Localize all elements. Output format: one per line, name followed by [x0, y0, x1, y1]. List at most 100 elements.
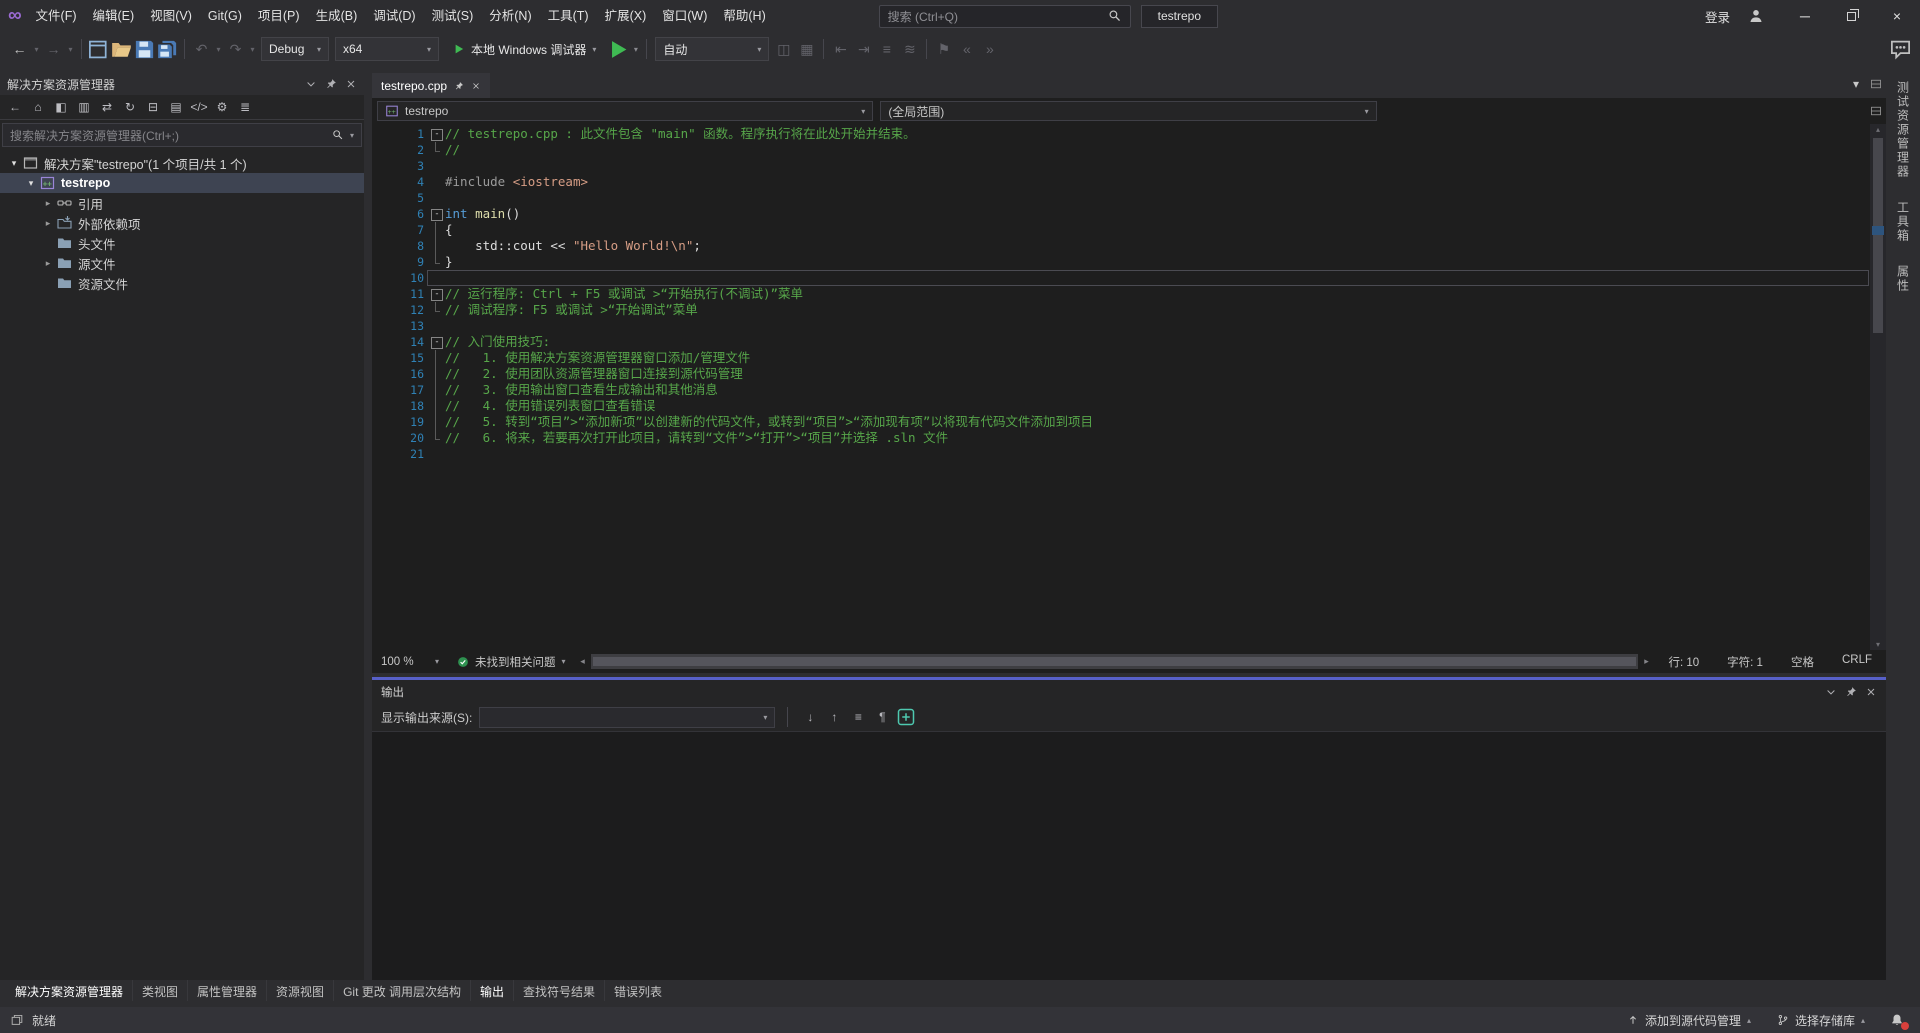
left-dock-tab-2[interactable]: 属性管理器 [188, 980, 267, 1001]
solution-platform-combo[interactable]: x64▾ [335, 37, 439, 61]
save-all-icon[interactable] [156, 37, 179, 61]
start-debugging-button[interactable]: 本地 Windows 调试器▾ [444, 37, 605, 61]
code-line[interactable]: 4#include <iostream> [372, 174, 1886, 190]
open-file-icon[interactable] [110, 37, 133, 61]
code-line[interactable]: 2// [372, 142, 1886, 158]
line-ending-indicator[interactable]: CRLF [1828, 654, 1886, 670]
code-line[interactable]: 21 [372, 446, 1886, 462]
right-tool-tab-2[interactable]: 属性 [1895, 265, 1912, 293]
code-line[interactable]: 14// 入门使用技巧: [372, 334, 1886, 350]
user-profile-icon[interactable] [1748, 8, 1764, 24]
save-icon[interactable] [133, 37, 156, 61]
menu-item-4[interactable]: 项目(P) [250, 0, 308, 32]
scrollbar-thumb[interactable] [1873, 138, 1883, 333]
code-editor[interactable]: 1// testrepo.cpp : 此文件包含 "main" 函数。程序执行将… [372, 124, 1886, 650]
float-window-icon[interactable] [1870, 78, 1882, 90]
navigate-backward-menu-icon[interactable]: ▾ [31, 37, 42, 61]
window-position-icon[interactable] [1825, 686, 1837, 698]
menu-item-7[interactable]: 测试(S) [424, 0, 482, 32]
start-without-debugging-menu-icon[interactable]: ▾ [630, 37, 641, 61]
code-line[interactable]: 19// 5. 转到“项目”>“添加新项”以创建新的代码文件，或转到“项目”>“… [372, 414, 1886, 430]
select-repository-button[interactable]: 选择存储库 ▴ [1768, 1007, 1874, 1033]
solution-explorer-search-input[interactable]: 搜索解决方案资源管理器(Ctrl+;) ▾ [2, 123, 362, 147]
bottom-dock-tab-1[interactable]: 输出 [471, 980, 514, 1001]
solution-badge[interactable]: testrepo [1141, 5, 1218, 28]
uncomment-selection-icon[interactable]: ≋ [898, 37, 921, 61]
undo-menu-icon[interactable]: ▾ [213, 37, 224, 61]
scroll-up-icon[interactable]: ▴ [1870, 125, 1886, 134]
menu-item-0[interactable]: 文件(F) [28, 0, 85, 32]
diagnostic-tools-icon[interactable]: ▦ [795, 37, 818, 61]
code-line[interactable]: 12// 调试程序: F5 或调试 >“开始调试”菜单 [372, 302, 1886, 318]
clear-all-icon[interactable]: ≡ [848, 707, 868, 727]
breakpoint-margin[interactable] [372, 254, 388, 270]
sign-in-button[interactable]: 登录 [1695, 7, 1740, 26]
code-line[interactable]: 18// 4. 使用错误列表窗口查看错误 [372, 398, 1886, 414]
output-content[interactable] [372, 732, 1886, 980]
output-source-dropdown[interactable]: ▾ [479, 707, 775, 728]
zoom-dropdown[interactable]: 100 % ▾ [372, 650, 448, 673]
menu-item-2[interactable]: 视图(V) [142, 0, 200, 32]
tree-expander-icon[interactable]: ▸ [40, 258, 56, 269]
sync-with-active-document-icon[interactable]: ⇄ [97, 97, 117, 117]
breakpoint-margin[interactable] [372, 238, 388, 254]
tree-expander-icon[interactable]: ▸ [40, 218, 56, 229]
breakpoint-margin[interactable] [372, 158, 388, 174]
global-search-input[interactable]: 搜索 (Ctrl+Q) [879, 5, 1131, 28]
home-icon[interactable]: ⌂ [28, 97, 48, 117]
breakpoint-margin[interactable] [372, 190, 388, 206]
close-tab-icon[interactable] [471, 81, 481, 91]
add-to-source-control-button[interactable]: 添加到源代码管理 ▴ [1618, 1007, 1760, 1033]
menu-item-11[interactable]: 窗口(W) [654, 0, 715, 32]
window-position-icon[interactable] [305, 78, 317, 90]
active-documents-list-icon[interactable]: ▾ [1850, 78, 1862, 90]
menu-item-9[interactable]: 工具(T) [540, 0, 597, 32]
filter-icon[interactable]: ≣ [235, 97, 255, 117]
document-health-indicator[interactable]: 未找到相关问题 ▾ [448, 654, 575, 670]
search-options-caret-icon[interactable]: ▾ [350, 131, 354, 140]
new-project-icon[interactable] [87, 37, 110, 61]
code-line[interactable]: 6int main() [372, 206, 1886, 222]
breakpoint-margin[interactable] [372, 414, 388, 430]
collapse-all-icon[interactable]: ⊟ [143, 97, 163, 117]
breakpoint-margin[interactable] [372, 318, 388, 334]
goto-message-icon[interactable]: ↓ [800, 707, 820, 727]
navigate-forward-menu-icon[interactable]: ▾ [65, 37, 76, 61]
editor-vertical-scrollbar[interactable]: ▴ ▾ [1870, 124, 1886, 650]
menu-item-8[interactable]: 分析(N) [481, 0, 539, 32]
breakpoint-margin[interactable] [372, 286, 388, 302]
scroll-down-icon[interactable]: ▾ [1870, 640, 1886, 649]
code-line[interactable]: 3 [372, 158, 1886, 174]
back-icon[interactable]: ← [5, 97, 25, 117]
redo-menu-icon[interactable]: ▾ [247, 37, 258, 61]
breakpoint-margin[interactable] [372, 206, 388, 222]
bottom-dock-tab-0[interactable]: 调用层次结构 [380, 980, 471, 1001]
tree-expander-icon[interactable]: ▸ [40, 198, 56, 209]
code-line[interactable]: 5 [372, 190, 1886, 206]
auto-scroll-icon[interactable] [896, 707, 916, 727]
show-all-files-icon[interactable]: ▤ [166, 97, 186, 117]
watch-window-icon[interactable]: ◫ [772, 37, 795, 61]
navigate-forward-icon[interactable]: → [42, 37, 65, 61]
restore-button[interactable] [1828, 0, 1874, 32]
fold-collapse-icon[interactable] [427, 126, 445, 142]
breakpoint-margin[interactable] [372, 302, 388, 318]
breakpoint-margin[interactable] [372, 334, 388, 350]
breakpoint-margin[interactable] [372, 366, 388, 382]
menu-item-6[interactable]: 调试(D) [365, 0, 423, 32]
breakpoint-margin[interactable] [372, 350, 388, 366]
minimize-button[interactable]: ─ [1782, 0, 1828, 32]
scroll-right-icon[interactable]: ▸ [1638, 656, 1654, 667]
tree-item-refs[interactable]: ▸引用 [0, 193, 364, 213]
navigate-backward-icon[interactable]: ← [8, 37, 31, 61]
tree-item-folder[interactable]: ▸源文件 [0, 253, 364, 273]
menu-item-5[interactable]: 生成(B) [308, 0, 366, 32]
menu-item-12[interactable]: 帮助(H) [715, 0, 773, 32]
fold-collapse-icon[interactable] [427, 286, 445, 302]
code-line[interactable]: 9} [372, 254, 1886, 270]
document-tab[interactable]: testrepo.cpp [372, 73, 490, 98]
tree-item-folder[interactable]: 头文件 [0, 233, 364, 253]
left-dock-tab-1[interactable]: 类视图 [133, 980, 188, 1001]
pin-icon[interactable] [1845, 686, 1857, 698]
breakpoint-margin[interactable] [372, 430, 388, 446]
